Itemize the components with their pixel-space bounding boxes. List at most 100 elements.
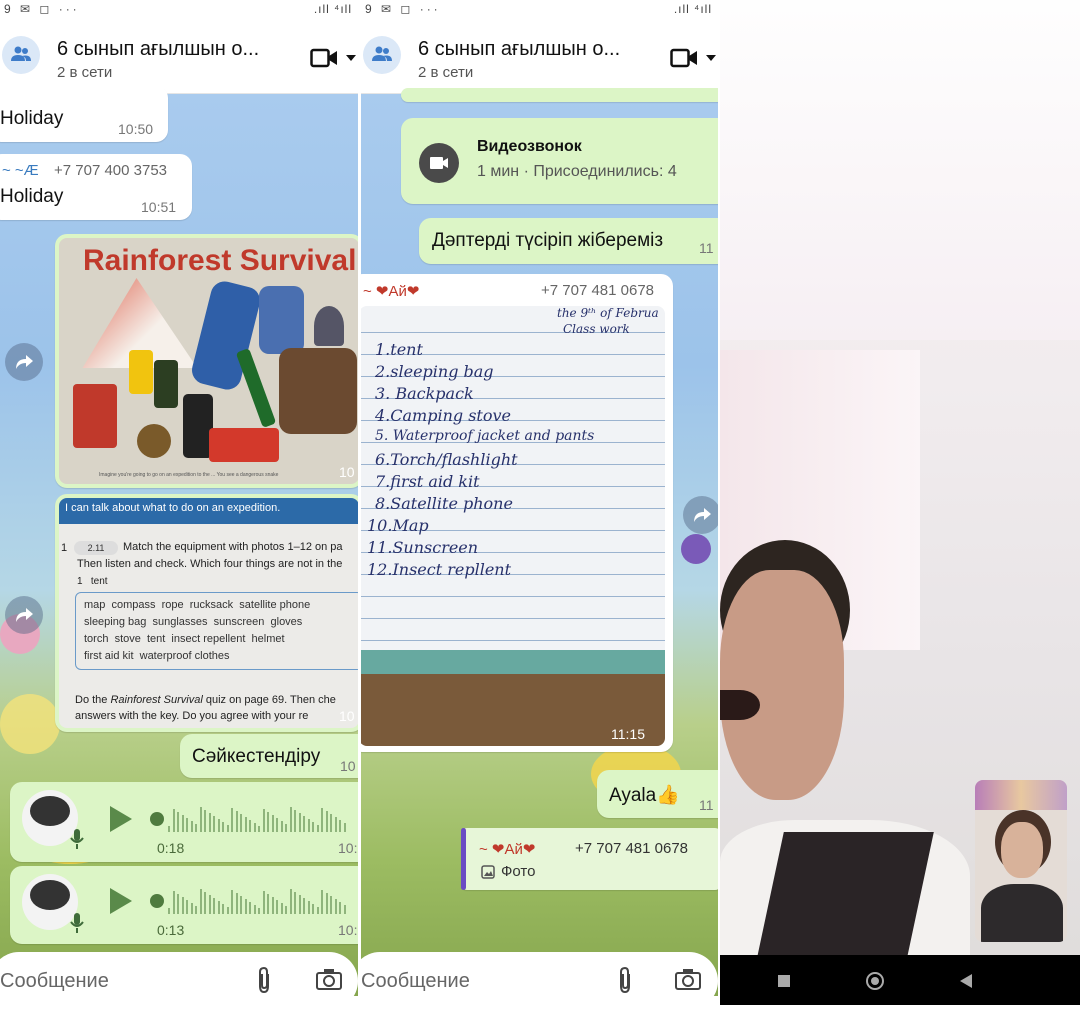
handwritten-line: 12.Insect repllent [367, 560, 512, 579]
group-avatar[interactable] [2, 36, 40, 74]
sender-name: ~ ❤Ай❤ [363, 283, 420, 300]
textbook-photo[interactable]: I can talk about what to do on an expedi… [59, 498, 358, 728]
waveform-bar [217, 819, 220, 832]
playback-position[interactable] [150, 894, 164, 908]
message-input-bar[interactable]: Сообщение [0, 952, 358, 1010]
recents-icon[interactable] [778, 975, 790, 987]
online-status: 2 в сети [418, 64, 474, 81]
sender-name: ~ ~Æ [2, 162, 39, 179]
reply-sender: ~ ❤Ай❤ [479, 841, 536, 858]
play-button[interactable] [110, 888, 132, 914]
group-avatar[interactable] [363, 36, 401, 74]
camera-icon[interactable] [316, 968, 342, 990]
message-time: 10 [339, 708, 355, 724]
play-button[interactable] [110, 806, 132, 832]
waveform-bar [190, 903, 193, 914]
status-bar: 9 ✉ ◻ ··· .ıll ⁴ıll [361, 0, 718, 22]
forward-icon [16, 608, 33, 622]
waveform-bar [226, 825, 229, 832]
chat-title: 6 сынып ағылшын о... [57, 38, 260, 60]
voice-message[interactable]: 0:18 10: [10, 782, 358, 862]
waveform-bar [190, 821, 193, 832]
handwritten-header: Class work [563, 322, 630, 336]
playback-position[interactable] [150, 812, 164, 826]
word-box-line: first aid kit waterproof clothes [84, 650, 230, 662]
preview-face [1001, 822, 1043, 878]
photo-message[interactable]: ~ ❤Ай❤ +7 707 481 0678 the 9ᵗʰ of Februa… [361, 274, 673, 752]
home-icon[interactable] [866, 972, 884, 990]
online-status: 2 в сети [57, 64, 113, 81]
message-bubble[interactable] [401, 88, 718, 102]
forward-icon [694, 508, 711, 522]
handwritten-line: 8.Satellite phone [375, 494, 513, 513]
message-bubble[interactable]: Ayala👍 11 [597, 770, 718, 818]
self-video-preview[interactable] [975, 780, 1067, 942]
waveform-bar [186, 818, 188, 832]
video-call-icon [430, 157, 448, 169]
message-bubble[interactable]: Сәйкестендіру 10 [180, 734, 358, 778]
flower-decoration [0, 694, 60, 754]
waveform-bar [177, 812, 179, 832]
chat-header[interactable]: 6 сынып ағылшын о... 2 в сети [361, 22, 718, 94]
waveform-bar [226, 907, 229, 914]
handwritten-line: 3. Backpack [375, 384, 474, 403]
waveform-bar [186, 900, 188, 914]
voice-message[interactable]: 0:13 10: [10, 866, 358, 944]
photo-message[interactable]: I can talk about what to do on an expedi… [55, 494, 358, 732]
microphone-icon [70, 913, 84, 933]
back-icon[interactable] [960, 974, 972, 988]
waveform-bar [240, 814, 242, 832]
signal-icons: .ıll ⁴ıll [673, 2, 712, 16]
waveform-bar [253, 905, 256, 914]
waveform-bar [262, 809, 265, 832]
message-time: 10 [340, 758, 356, 774]
reply-preview[interactable]: ~ ❤Ай❤ +7 707 481 0678 Фото [461, 828, 718, 890]
waveform-bar [325, 893, 328, 914]
waveform-bar [343, 823, 346, 832]
message-input-bar[interactable]: Сообщение [361, 952, 718, 1010]
audio-waveform[interactable] [168, 888, 358, 914]
handwritten-line: 4.Camping stove [375, 406, 511, 425]
message-time: 11 [699, 797, 714, 813]
notebook-photo[interactable]: the 9ᵗʰ of Februa Class work 1.tent 2.sl… [361, 306, 665, 746]
waveform-bar [271, 815, 274, 832]
waveform-bar [267, 894, 269, 914]
task-text-italic: Rainforest Survival [110, 694, 203, 706]
attach-icon[interactable] [617, 966, 633, 994]
forward-button[interactable] [5, 343, 43, 381]
video-call-button[interactable] [670, 48, 698, 73]
message-bubble[interactable]: ~ ~Æ +7 707 400 3753 Holiday 10:51 [0, 154, 192, 220]
preview-background [975, 780, 1067, 810]
attach-icon[interactable] [256, 966, 272, 994]
video-call-message[interactable]: Видеозвонок 1 мин · Присоединились: 4 [401, 118, 718, 204]
waveform-bar [316, 907, 319, 914]
message-input[interactable]: Сообщение [0, 970, 109, 993]
textbook-photo[interactable]: Rainforest Survival Imagine you're going… [59, 238, 358, 484]
message-bubble[interactable]: Holiday 10:50 [0, 86, 168, 142]
waveform-bar [271, 897, 274, 914]
message-bubble[interactable]: Дәптерді түсіріп жібереміз 11 [419, 218, 718, 264]
waveform-bar [208, 895, 211, 914]
forward-button[interactable] [5, 596, 43, 634]
photo-message[interactable]: Rainforest Survival Imagine you're going… [55, 234, 358, 488]
waveform-bar [325, 811, 328, 832]
instruction-line: Match the equipment with photos 1–12 on … [123, 541, 343, 553]
chat-header[interactable]: 6 сынып ағылшын о... 2 в сети [0, 22, 358, 94]
photo-title: Rainforest Survival [83, 244, 357, 277]
dropdown-arrow-icon[interactable] [706, 55, 716, 61]
waveform-bar [235, 811, 238, 832]
audio-waveform[interactable] [168, 806, 358, 832]
word-box: map compass rope rucksack satellite phon… [75, 592, 358, 670]
video-call-button[interactable] [310, 48, 338, 73]
message-text: Holiday [0, 108, 64, 129]
jacket-item [279, 348, 357, 434]
message-time: 10: [338, 840, 358, 856]
waveform-bar [253, 823, 256, 832]
waveform-bar [213, 898, 215, 914]
message-input[interactable]: Сообщение [361, 970, 470, 993]
message-text: Дәптерді түсіріп жібереміз [432, 230, 664, 251]
camera-icon[interactable] [675, 968, 701, 990]
waveform-bar [330, 814, 332, 832]
dropdown-arrow-icon[interactable] [346, 55, 356, 61]
forward-button[interactable] [683, 496, 718, 534]
